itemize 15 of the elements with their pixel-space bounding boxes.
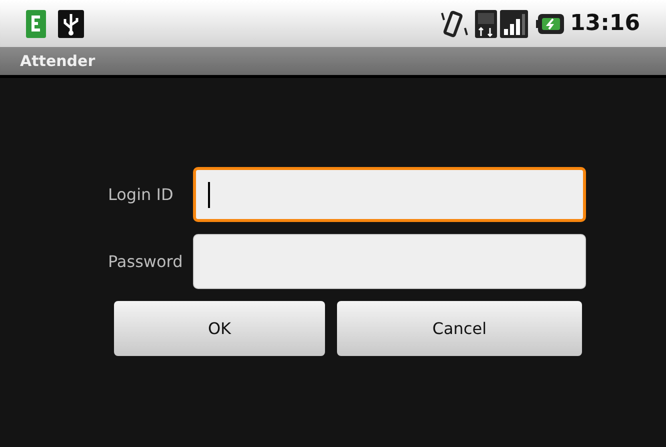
network-3g-icon <box>474 10 497 38</box>
input-field[interactable] <box>193 167 586 222</box>
app-notification-icon <box>26 10 46 38</box>
window-title: Attender <box>20 50 96 72</box>
field-label: Password <box>108 250 184 272</box>
dialog-button[interactable]: OK <box>114 301 325 356</box>
vibrate-icon <box>438 10 469 38</box>
clock-time: 13:16 <box>570 10 640 38</box>
dialog-button[interactable]: Cancel <box>337 301 582 356</box>
usb-icon <box>58 10 84 38</box>
text-cursor <box>208 182 210 208</box>
battery-charging-icon <box>536 14 564 34</box>
field-label: Login ID <box>108 184 174 206</box>
input-field[interactable] <box>193 234 586 289</box>
signal-icon <box>500 10 528 38</box>
